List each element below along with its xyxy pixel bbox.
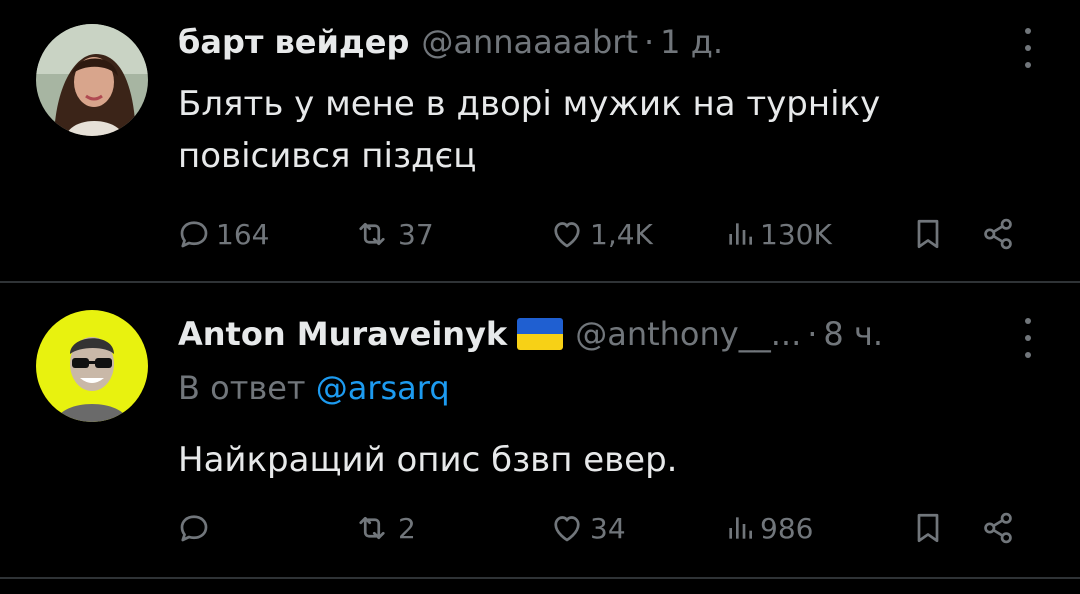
like-button[interactable]: 34	[548, 508, 626, 548]
tweet[interactable]: барт вейдер @annaaaabrt · 1 д. Блять у м…	[0, 0, 1080, 282]
views-button[interactable]: 130K	[724, 214, 832, 254]
like-count: 34	[590, 511, 626, 545]
retweet-icon	[350, 216, 394, 252]
reply-to-handle-link[interactable]: @arsarq	[316, 369, 450, 407]
tweet-text-line: Блять у мене в дворі мужик на турніку	[178, 84, 881, 124]
tweet-header: Anton Muraveinyk @anthony__... · 8 ч.	[178, 314, 980, 354]
share-icon	[980, 216, 1016, 252]
like-count: 1,4K	[590, 217, 653, 251]
retweet-icon	[350, 510, 394, 546]
more-options-icon[interactable]	[1024, 318, 1032, 358]
reply-button[interactable]: 164	[176, 214, 269, 254]
views-bar-chart-icon	[724, 218, 756, 250]
share-button[interactable]	[980, 508, 1016, 548]
view-count: 986	[760, 511, 814, 545]
tweet-text: Найкращий опис бзвп евер.	[178, 434, 998, 486]
share-icon	[980, 510, 1016, 546]
ukraine-flag-icon	[517, 318, 564, 350]
reply-count: 164	[216, 217, 270, 251]
tweet[interactable]: Anton Muraveinyk @anthony__... · 8 ч. В …	[0, 284, 1080, 578]
tweet-divider	[0, 577, 1080, 579]
retweet-button[interactable]: 2	[350, 508, 416, 548]
reply-bubble-icon	[176, 510, 212, 546]
timestamp[interactable]: 8 ч.	[823, 314, 883, 354]
tweet-divider	[0, 281, 1080, 283]
retweet-count: 37	[398, 217, 434, 251]
tweet-text: Блять у мене в дворі мужик на турніку по…	[178, 78, 998, 182]
heart-icon	[548, 216, 586, 252]
tweet-text-line: повісився піздєц	[178, 136, 477, 176]
retweet-button[interactable]: 37	[350, 214, 434, 254]
views-bar-chart-icon	[724, 512, 756, 544]
user-handle[interactable]: @annaaaabrt	[421, 22, 638, 62]
reply-button[interactable]	[176, 508, 216, 548]
avatar[interactable]	[36, 310, 148, 422]
display-name[interactable]: Anton Muraveinyk	[178, 314, 507, 354]
tweet-actions: 2 34 986	[0, 508, 1080, 548]
reply-bubble-icon	[176, 216, 212, 252]
tweet-header: барт вейдер @annaaaabrt · 1 д.	[178, 22, 980, 62]
separator-dot: ·	[643, 23, 655, 61]
avatar-photo-icon	[36, 310, 148, 422]
bookmark-button[interactable]	[910, 214, 946, 254]
views-button[interactable]: 986	[724, 508, 813, 548]
like-button[interactable]: 1,4K	[548, 214, 653, 254]
bookmark-button[interactable]	[910, 508, 946, 548]
bookmark-icon	[910, 510, 946, 546]
reply-to-line: В ответ @arsarq	[178, 368, 450, 408]
tweet-actions: 164 37 1,4K 130K	[0, 214, 1080, 254]
avatar[interactable]	[36, 24, 148, 136]
avatar-photo-icon	[36, 24, 148, 136]
share-button[interactable]	[980, 214, 1016, 254]
timestamp[interactable]: 1 д.	[660, 22, 723, 62]
bookmark-icon	[910, 216, 946, 252]
view-count: 130K	[760, 217, 832, 251]
heart-icon	[548, 510, 586, 546]
tweet-text-line: Найкращий опис бзвп евер.	[178, 440, 678, 480]
more-options-icon[interactable]	[1024, 28, 1032, 68]
retweet-count: 2	[398, 511, 416, 545]
user-handle[interactable]: @anthony__...	[575, 314, 801, 354]
display-name[interactable]: барт вейдер	[178, 22, 409, 62]
separator-dot: ·	[807, 315, 818, 353]
reply-to-prefix: В ответ	[178, 369, 306, 407]
